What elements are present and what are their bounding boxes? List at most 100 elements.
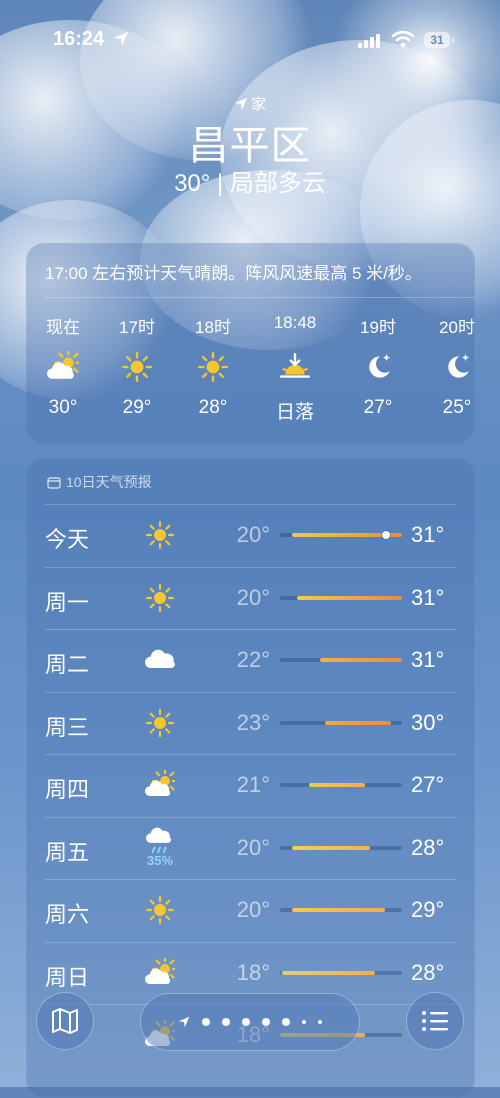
page-dot <box>262 1018 270 1026</box>
low-temp: 23° <box>236 709 270 735</box>
map-button[interactable] <box>36 992 94 1050</box>
temperature-range-bar <box>280 531 402 539</box>
daily-forecast-row[interactable]: 周三 23° 30° <box>26 691 475 754</box>
low-temp: 21° <box>236 772 270 797</box>
location-arrow-icon <box>178 1016 190 1028</box>
hourly-item: 现在 30° <box>28 313 98 419</box>
partly-cloudy-icon <box>145 770 175 796</box>
page-dot <box>202 1018 210 1026</box>
hourly-time: 现在 <box>46 318 80 337</box>
high-temp: 28° <box>411 834 445 860</box>
low-temp: 18° <box>236 959 270 985</box>
sunset-icon <box>279 353 311 378</box>
page-dot <box>318 1020 322 1024</box>
hourly-item: 18:48 日落 <box>260 313 330 424</box>
low-temp: 20° <box>236 522 270 547</box>
partly-cloudy-icon <box>47 351 79 379</box>
daily-forecast-row[interactable]: 周五 35% 20° 28° <box>26 816 475 879</box>
high-temp: 30° <box>411 709 445 735</box>
page-dot <box>242 1018 250 1026</box>
day-name: 周日 <box>45 964 90 990</box>
sun-icon <box>145 583 175 612</box>
home-label: 家 <box>250 96 266 113</box>
high-temp: 31° <box>411 522 445 547</box>
hourly-item: 20时 25° <box>422 313 492 419</box>
high-temp: 31° <box>411 584 445 610</box>
moon-icon <box>448 354 469 378</box>
daily-forecast-row[interactable]: 周四 21° 27° <box>26 754 475 816</box>
temperature-range-bar <box>280 908 402 912</box>
rain-cloud-icon <box>146 827 171 854</box>
page-dot <box>282 1018 290 1026</box>
sun-icon <box>121 351 153 383</box>
high-temp: 31° <box>411 647 445 672</box>
high-temp: 29° <box>411 897 445 922</box>
low-temp: 20° <box>236 897 270 922</box>
daily-forecast-row[interactable]: 周一 20° 31° <box>26 566 475 629</box>
day-name: 周五 <box>45 839 90 865</box>
hourly-temp: 30° <box>48 397 78 418</box>
hourly-time: 18时 <box>195 318 231 337</box>
wifi-icon <box>392 30 414 48</box>
location-arrow-icon <box>114 32 128 46</box>
sun-icon <box>145 895 175 925</box>
low-temp: 22° <box>236 647 270 672</box>
temperature-range-bar <box>280 720 402 725</box>
hourly-temp: 28° <box>198 397 228 418</box>
low-temp: 20° <box>236 584 270 610</box>
hourly-temp: 25° <box>442 397 472 418</box>
sun-icon <box>145 708 175 737</box>
current-temp-marker <box>382 531 391 539</box>
day-name: 周四 <box>45 777 90 802</box>
hourly-time: 19时 <box>360 318 396 337</box>
day-name: 周六 <box>45 902 90 927</box>
temperature-range-bar <box>280 658 402 662</box>
temperature-range-bar <box>280 783 402 787</box>
location-tag: 家 <box>0 93 500 114</box>
daily-forecast-row[interactable]: 周六 20° 29° <box>26 879 475 941</box>
sun-icon <box>145 520 175 550</box>
ten-day-title: 10日天气预报 <box>66 474 152 490</box>
sun-icon <box>197 351 229 383</box>
day-name: 周二 <box>45 652 90 677</box>
status-bar: 16:24 31 <box>0 28 500 54</box>
hourly-time: 20时 <box>439 318 475 337</box>
hourly-time: 17时 <box>119 318 155 337</box>
hourly-item: 19时 27° <box>343 313 413 419</box>
page-dot <box>302 1020 306 1024</box>
day-name: 周三 <box>45 714 90 740</box>
cellular-signal-icon <box>358 32 382 48</box>
hourly-item: 17时 29° <box>102 313 172 419</box>
temperature-range-bar <box>280 595 402 600</box>
temperature-range-bar <box>280 845 402 850</box>
location-arrow-icon <box>234 97 248 111</box>
daily-forecast-row[interactable]: 周二 22° 31° <box>26 629 475 691</box>
page-indicator[interactable] <box>140 993 360 1051</box>
cloud-icon <box>145 649 175 668</box>
map-icon <box>52 1008 78 1034</box>
moon-icon <box>369 354 390 378</box>
current-condition: 30° | 局部多云 <box>174 170 326 197</box>
hourly-time: 18:48 <box>273 313 317 332</box>
hourly-temp: 日落 <box>275 402 314 423</box>
ten-day-header: 10日天气预报 <box>47 472 152 492</box>
day-name: 今天 <box>45 527 90 552</box>
hourly-forecast-card[interactable]: 17:00 左右预计天气晴朗。阵风风速最高 5 米/秒。 现在 30° 17时 2… <box>26 243 475 444</box>
temperature-range-bar <box>280 970 402 975</box>
hourly-item: 18时 28° <box>178 313 248 419</box>
precipitation-chance: 35% <box>146 853 174 868</box>
high-temp: 27° <box>411 772 445 797</box>
calendar-icon <box>47 477 61 489</box>
daily-forecast-row[interactable]: 今天 20° 31° <box>26 504 475 566</box>
hourly-temp: 27° <box>363 397 393 418</box>
battery-level: 31 <box>430 33 444 47</box>
city-list-button[interactable] <box>406 992 464 1050</box>
list-icon <box>422 1011 448 1031</box>
low-temp: 20° <box>236 834 270 860</box>
high-temp: 28° <box>411 959 445 985</box>
hourly-temp: 29° <box>122 397 152 418</box>
page-dot <box>222 1018 230 1026</box>
forecast-summary: 17:00 左右预计天气晴朗。阵风风速最高 5 米/秒。 <box>45 264 422 283</box>
partly-cloudy-icon <box>145 957 175 984</box>
day-name: 周一 <box>45 589 90 615</box>
